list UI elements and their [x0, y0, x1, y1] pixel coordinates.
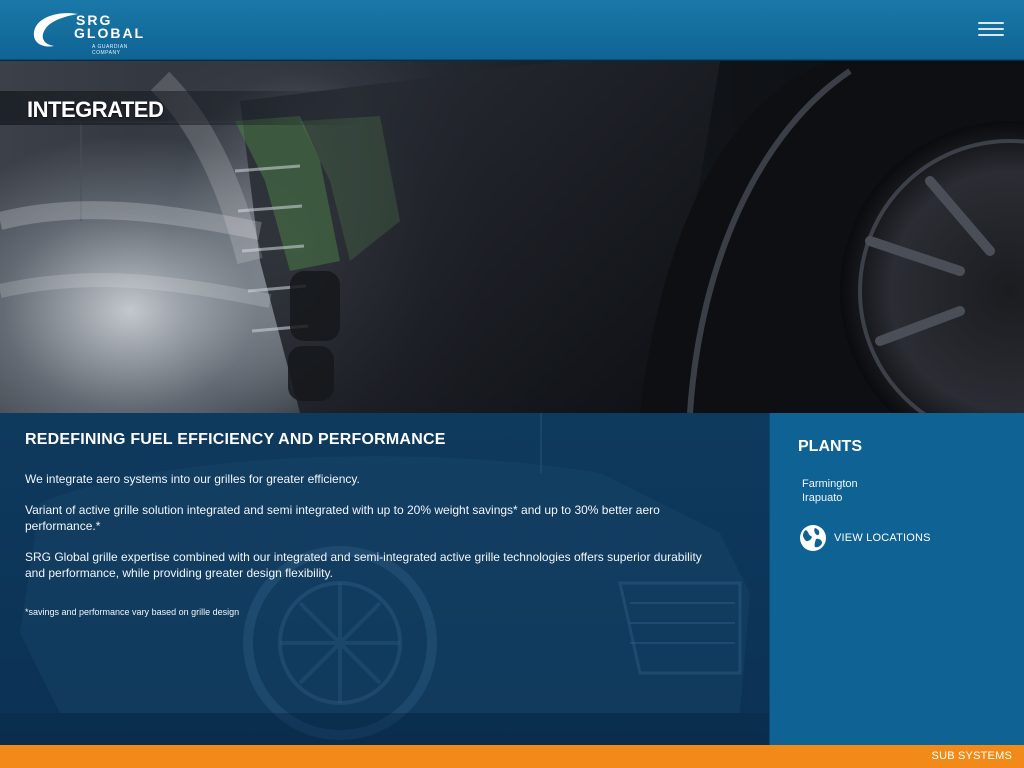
hero-banner: INTEGRATED: [0, 61, 1024, 413]
app-header: SRG GLOBAL A GUARDIAN COMPANY: [0, 0, 1024, 60]
content-text: REDEFINING FUEL EFFICIENCY AND PERFORMAN…: [25, 431, 725, 617]
plants-list: Farmington Irapuato: [802, 477, 858, 505]
plant-item-irapuato: Irapuato: [802, 492, 843, 504]
menu-bar: [978, 22, 1004, 24]
logo-tagline: A GUARDIAN COMPANY: [92, 44, 128, 56]
content-footnote: *savings and performance vary based on g…: [25, 607, 240, 617]
logo-wordmark: SRG GLOBAL: [70, 13, 146, 41]
content-panel: REDEFINING FUEL EFFICIENCY AND PERFORMAN…: [0, 413, 769, 745]
srg-global-logo[interactable]: SRG GLOBAL A GUARDIAN COMPANY: [30, 8, 150, 56]
footer-bar: SUB SYSTEMS: [0, 745, 1024, 768]
plant-item-farmington: Farmington: [802, 478, 858, 490]
menu-bar: [978, 34, 1004, 36]
content-paragraph-2: Variant of active grille solution integr…: [25, 503, 660, 533]
globe-icon: [800, 525, 826, 551]
hero-title: INTEGRATED: [27, 97, 164, 122]
plants-panel: PLANTS Farmington Irapuato VIEW LOCATION…: [769, 413, 1024, 745]
hamburger-menu-icon[interactable]: [978, 22, 1004, 40]
sub-systems-link[interactable]: SUB SYSTEMS: [932, 750, 1012, 762]
plants-title: PLANTS: [798, 438, 862, 455]
view-locations-button[interactable]: VIEW LOCATIONS: [798, 523, 931, 553]
menu-bar: [978, 28, 1004, 30]
content-title: REDEFINING FUEL EFFICIENCY AND PERFORMAN…: [25, 431, 446, 448]
view-locations-label: VIEW LOCATIONS: [834, 532, 931, 544]
content-paragraph-1: We integrate aero systems into our grill…: [25, 472, 360, 486]
logo-line-global: GLOBAL: [74, 25, 146, 41]
content-paragraph-3: SRG Global grille expertise combined wit…: [25, 550, 702, 580]
